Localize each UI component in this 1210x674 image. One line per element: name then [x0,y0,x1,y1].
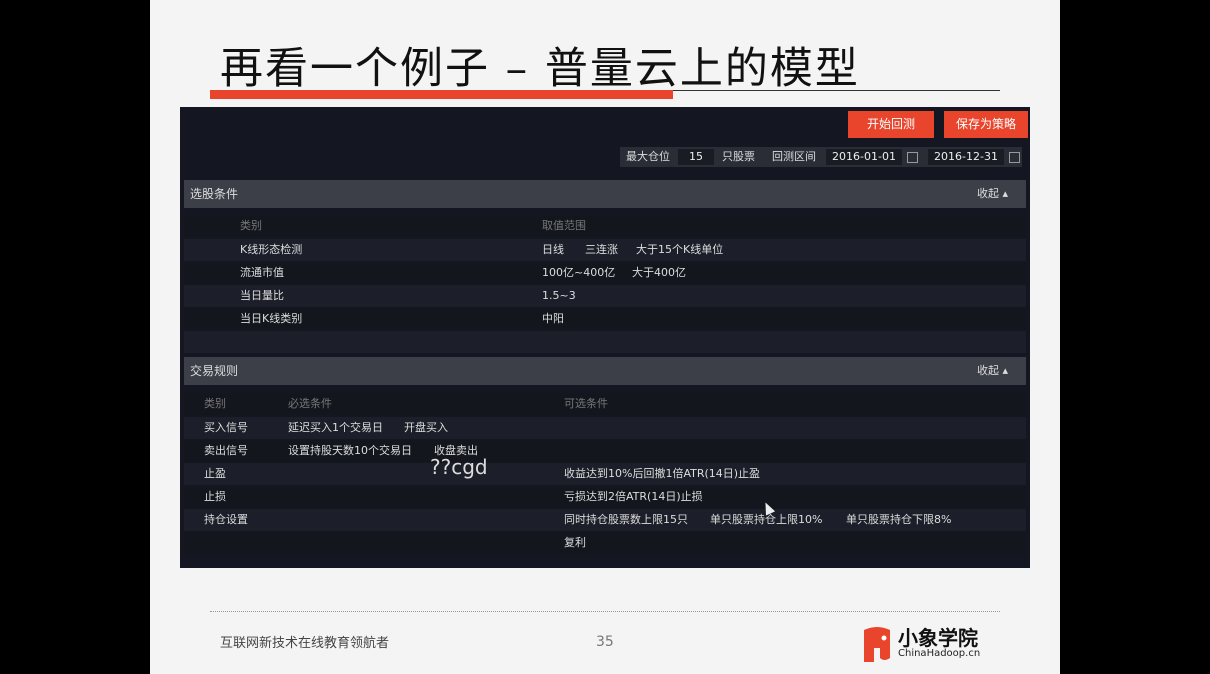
footer-slogan: 互联网新技术在线教育领航者 [220,636,390,651]
chevron-up-icon: ▴ [1002,187,1008,200]
collapse-toggle[interactable]: 收起 ▴ [977,180,1008,208]
row-category: 持仓设置 [204,513,248,526]
table-row: 当日K线类别 中阳 [184,308,1026,330]
start-backtest-button[interactable]: 开始回测 [848,111,934,138]
params-bar: 最大仓位 15 只股票 回测区间 2016-01-01 2016-12-31 [620,147,1022,167]
row-category: 当日量比 [240,289,284,302]
calendar-icon[interactable] [907,152,918,163]
row-value: 延迟买入1个交易日 [288,421,383,434]
column-header: 取值范围 [542,219,586,232]
max-position-input[interactable]: 15 [678,149,714,165]
row-value: 大于15个K线单位 [636,243,724,256]
stock-selection-header[interactable]: 选股条件 收起 ▴ [184,180,1026,208]
slide: 再看一个例子 – 普量云上的模型 开始回测 保存为策略 最大仓位 15 只股票 … [150,0,1060,674]
row-value: 单只股票持仓下限8% [846,513,952,526]
row-category: 当日K线类别 [240,312,303,325]
row-value: 大于400亿 [632,266,686,279]
row-value: 1.5~3 [542,289,576,302]
trade-rules-header[interactable]: 交易规则 收起 ▴ [184,357,1026,385]
end-date-input[interactable]: 2016-12-31 [928,149,1004,165]
backtest-panel: 开始回测 保存为策略 最大仓位 15 只股票 回测区间 2016-01-01 2… [180,107,1030,568]
row-value: 开盘买入 [404,421,448,434]
table-row: 止盈 收益达到10%后回撤1倍ATR(14日)止盈 [184,463,1026,485]
table-row [184,331,1026,353]
stock-selection-title: 选股条件 [190,187,239,201]
row-value: 复利 [564,536,586,549]
row-value: 收益达到10%后回撤1倍ATR(14日)止盈 [564,467,761,480]
footer-divider [210,611,1000,612]
collapse-label: 收起 [976,187,999,200]
logo-url: ChinaHadoop.cn [898,648,981,659]
table-row: 流通市值 100亿~400亿 大于400亿 [184,262,1026,284]
row-value: 同时持仓股票数上限15只 [564,513,688,526]
column-header: 可选条件 [564,397,608,410]
row-value: 日线 [542,243,564,256]
collapse-toggle[interactable]: 收起 ▴ [977,357,1008,385]
row-category: 止损 [204,490,226,503]
row-category: 买入信号 [204,421,248,434]
row-category: 止盈 [204,467,226,480]
column-header: 类别 [204,397,226,410]
table-row: 止损 亏损达到2倍ATR(14日)止损 [184,486,1026,508]
trade-rules-title: 交易规则 [190,364,239,378]
table-row: K线形态检测 日线 三连涨 大于15个K线单位 [184,239,1026,261]
table-row: 当日量比 1.5~3 [184,285,1026,307]
chevron-up-icon: ▴ [1002,364,1008,377]
start-date-input[interactable]: 2016-01-01 [826,149,902,165]
row-category: 流通市值 [240,266,284,279]
row-value: 亏损达到2倍ATR(14日)止损 [564,490,703,503]
save-strategy-button[interactable]: 保存为策略 [944,111,1028,138]
max-position-unit: 只股票 [722,150,755,163]
handwritten-annotation: ??cgd [430,455,488,479]
row-category: K线形态检测 [240,243,303,256]
max-position-label: 最大仓位 [626,150,670,163]
calendar-icon[interactable] [1009,152,1020,163]
row-value: 100亿~400亿 [542,266,616,279]
logo-name: 小象学院 [898,626,978,650]
period-label: 回测区间 [772,150,816,163]
page-number: 35 [596,634,614,650]
table-row: 卖出信号 设置持股天数10个交易日 收盘卖出 [184,440,1026,462]
column-header: 必选条件 [288,397,332,410]
table-row: 复利 [184,532,1026,554]
row-value: 三连涨 [585,243,618,256]
slide-title: 再看一个例子 – 普量云上的模型 [220,44,860,94]
elephant-logo-icon [864,627,890,662]
table-row: 买入信号 延迟买入1个交易日 开盘买入 [184,417,1026,439]
row-category: 卖出信号 [204,444,248,457]
row-value: 中阳 [542,312,564,325]
column-header: 类别 [240,219,262,232]
table-row: 持仓设置 同时持仓股票数上限15只 单只股票持仓上限10% 单只股票持仓下限8% [184,509,1026,531]
row-value: 设置持股天数10个交易日 [288,444,412,457]
table-header: 类别 取值范围 [184,215,1026,237]
title-accent-bar [210,90,673,99]
collapse-label: 收起 [976,364,999,377]
table-header: 类别 必选条件 可选条件 [184,393,1026,415]
